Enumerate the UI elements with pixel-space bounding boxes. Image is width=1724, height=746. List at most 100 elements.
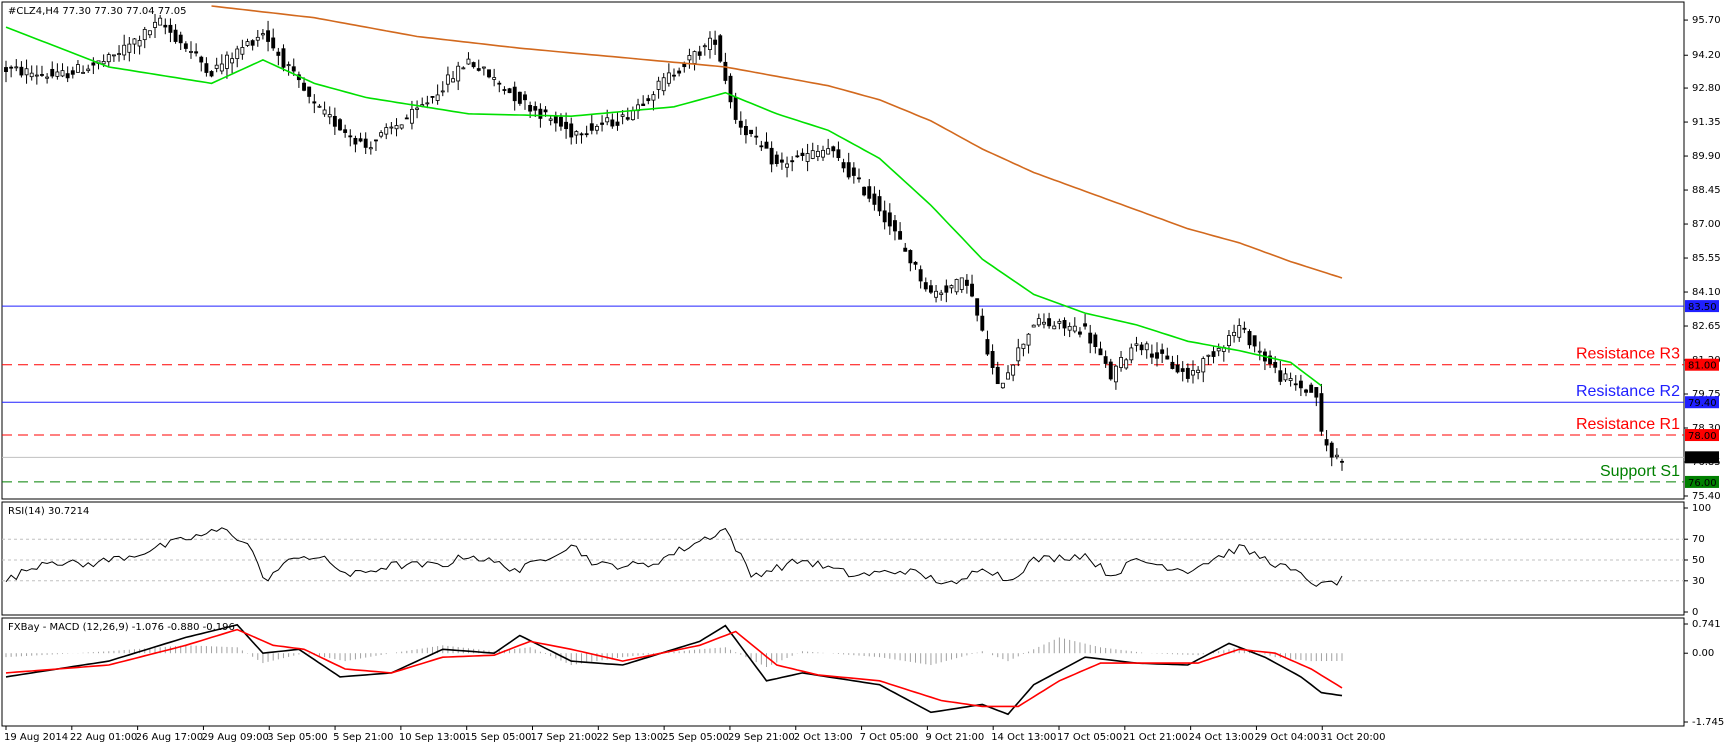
candle-body — [1288, 378, 1293, 381]
candle-body — [733, 97, 738, 120]
candle-body — [353, 137, 358, 145]
candle-body — [70, 70, 75, 75]
candle-body — [728, 75, 733, 103]
candle-body — [19, 66, 24, 76]
candle-body — [271, 37, 276, 49]
candle-body — [1319, 393, 1324, 432]
level-name-label: Resistance R3 — [1576, 346, 1680, 363]
candle-body — [430, 96, 435, 98]
candle-body — [1011, 364, 1016, 376]
candle-body — [1098, 348, 1103, 356]
candle-body — [245, 41, 250, 46]
candle-body — [1119, 357, 1123, 368]
candle-body — [307, 86, 312, 97]
candle-body — [564, 121, 569, 130]
candle-body — [1293, 383, 1298, 386]
candle-body — [399, 124, 404, 129]
candle-body — [302, 82, 306, 91]
chart-container: 95.70 94.20 92.80 91.35 89.90 88.45 87.00 85.55… — [0, 0, 1724, 746]
x-tick-label: 5 Sep 21:00 — [333, 732, 393, 743]
y-tick-label: 91.35 — [1692, 117, 1721, 128]
candle-body — [810, 150, 815, 159]
candle-body — [594, 125, 599, 131]
candle-body — [487, 69, 491, 78]
candle-body — [1006, 372, 1010, 380]
candle-body — [882, 210, 887, 223]
rsi-y-tick-label: 70 — [1692, 534, 1705, 545]
candle-body — [1242, 327, 1247, 330]
candle-body — [168, 24, 173, 33]
x-tick-label: 9 Oct 21:00 — [925, 732, 984, 743]
candle-body — [9, 66, 14, 69]
rsi-header-text: RSI(14) 30.7214 — [8, 506, 89, 517]
candle-body — [81, 72, 86, 74]
candle-body — [266, 30, 271, 42]
candle-body — [841, 162, 846, 169]
candle-body — [1329, 442, 1334, 458]
candle-body — [1309, 384, 1314, 393]
candle-body — [425, 102, 430, 105]
macd-y-tick-label: -1.745 — [1692, 717, 1724, 728]
candle-body — [1324, 439, 1329, 446]
candle-body — [661, 77, 666, 92]
candle-body — [163, 24, 168, 28]
main-panel-frame — [1, 1, 1685, 500]
candle-body — [738, 120, 743, 128]
level-price-label: 83.50 — [1688, 302, 1717, 313]
rsi-y-tick-label: 30 — [1692, 576, 1705, 587]
candle-body — [718, 35, 723, 62]
candle-body — [50, 68, 55, 77]
candle-body — [533, 106, 538, 111]
candle-body — [620, 114, 625, 117]
candle-body — [209, 71, 214, 77]
rsi-y-tick-label: 50 — [1692, 555, 1705, 566]
candle-body — [795, 155, 800, 158]
candle-body — [918, 269, 923, 282]
candle-body — [435, 94, 440, 101]
main-price-panel: 95.70 94.20 92.80 91.35 89.90 88.45 87.00 85.55… — [2, 5, 1721, 502]
candle-body — [980, 315, 985, 331]
candle-body — [1185, 367, 1190, 379]
candle-body — [821, 149, 825, 158]
x-tick-label: 29 Sep 21:00 — [728, 732, 795, 743]
candle-body — [1021, 343, 1026, 349]
candle-body — [898, 231, 903, 240]
candle-body — [1283, 373, 1288, 381]
candle-body — [790, 160, 795, 163]
candle-body — [774, 154, 779, 165]
macd-header-text: FXBay - MACD (12,26,9) -1.076 -0.880 -0.… — [8, 622, 235, 633]
candle-body — [101, 61, 106, 65]
candle-body — [523, 94, 527, 101]
candle-body — [677, 70, 682, 74]
candle-body — [641, 103, 646, 106]
x-tick-label: 3 Sep 05:00 — [267, 732, 327, 743]
candle-body — [1273, 362, 1278, 368]
candle-body — [65, 73, 70, 79]
candle-body — [127, 43, 132, 53]
candle-body — [1129, 347, 1134, 361]
x-tick-label: 22 Aug 01:00 — [70, 732, 137, 743]
candle-body — [692, 51, 697, 64]
candle-body — [553, 115, 558, 124]
candle-body — [106, 54, 111, 63]
candle-body — [826, 148, 831, 155]
candle-body — [1134, 343, 1139, 346]
candle-body — [785, 163, 789, 168]
candle-body — [1103, 356, 1108, 364]
candle-body — [1052, 325, 1057, 330]
x-axis: 19 Aug 2014 22 Aug 01:0026 Aug 17:0029 Au… — [4, 726, 1385, 743]
x-tick-label: 29 Aug 09:00 — [201, 732, 268, 743]
candle-body — [379, 132, 384, 137]
candle-body — [147, 30, 152, 36]
candle-body — [91, 62, 96, 66]
ma-slow-line — [211, 5, 1343, 279]
candle-body — [872, 193, 877, 205]
candle-body — [183, 43, 188, 49]
candle-body — [579, 133, 584, 136]
macd-y-tick-label: 0.741 — [1692, 619, 1721, 630]
candle-body — [481, 66, 486, 69]
candle-body — [1057, 320, 1062, 324]
candle-body — [111, 54, 116, 57]
candle-body — [1304, 389, 1308, 393]
candle-body — [40, 74, 44, 76]
